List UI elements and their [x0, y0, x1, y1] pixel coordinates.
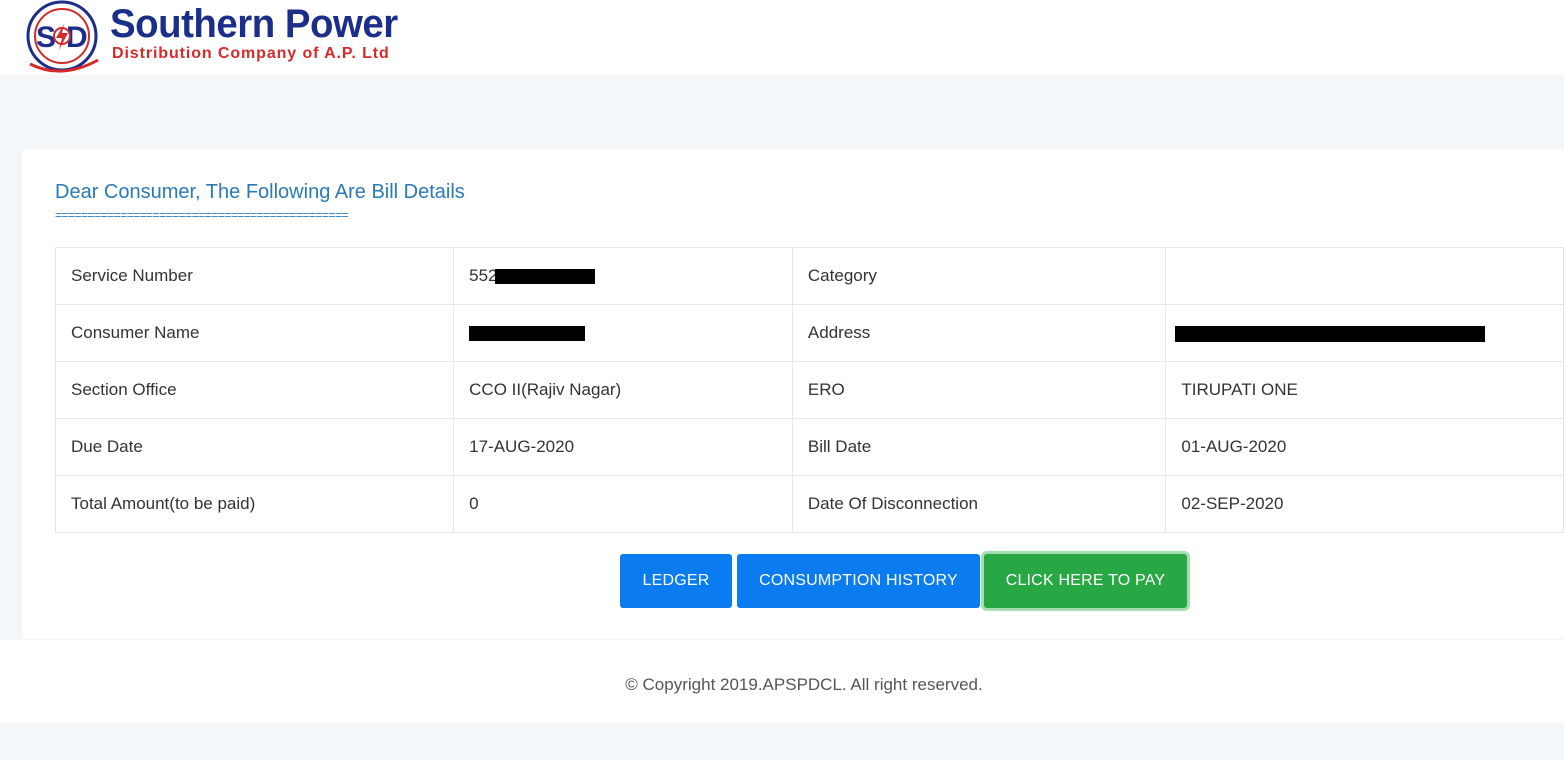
bill-date-label: Bill Date	[791, 418, 1167, 476]
bill-details-card: Dear Consumer, The Following Are Bill De…	[22, 149, 1564, 639]
table-row: Consumer Name Address	[54, 304, 1564, 362]
ledger-button[interactable]: LEDGER	[620, 554, 732, 608]
brand-subtitle: Distribution Company of A.P. Ltd	[112, 45, 390, 62]
bill-details-heading: Dear Consumer, The Following Are Bill De…	[55, 181, 465, 203]
table-row: Total Amount(to be paid) 0 Date Of Disco…	[54, 475, 1564, 533]
service-number-label: Service Number	[54, 247, 455, 305]
ero-value: TIRUPATI ONE	[1165, 361, 1564, 419]
disconnection-date-value: 02-SEP-2020	[1165, 475, 1564, 533]
consumer-name-value	[453, 304, 793, 362]
consumption-history-button[interactable]: CONSUMPTION HISTORY	[737, 554, 980, 608]
due-date-value: 17-AUG-2020	[453, 418, 793, 476]
due-date-label: Due Date	[54, 418, 455, 476]
redaction-bar	[1175, 325, 1486, 342]
site-footer: © Copyright 2019.APSPDCL. All right rese…	[0, 640, 1564, 723]
address-value	[1165, 304, 1564, 362]
ero-label: ERO	[791, 361, 1167, 419]
redaction-bar	[469, 326, 586, 342]
consumer-name-label: Consumer Name	[54, 304, 455, 362]
copyright-text: © Copyright 2019.APSPDCL. All right rese…	[625, 675, 983, 694]
section-office-label: Section Office	[54, 361, 455, 419]
table-row: Service Number 552 Category	[54, 247, 1564, 305]
svg-text:S: S	[36, 21, 56, 54]
brand-title: Southern Power	[110, 2, 398, 46]
category-value	[1165, 247, 1564, 305]
address-label: Address	[791, 304, 1167, 362]
redaction-bar	[494, 269, 595, 285]
pay-button[interactable]: CLICK HERE TO PAY	[984, 554, 1187, 608]
bill-details-table: Service Number 552 Category Consumer Nam…	[54, 247, 1564, 533]
bill-date-value: 01-AUG-2020	[1165, 418, 1564, 476]
total-amount-label: Total Amount(to be paid)	[54, 475, 455, 533]
service-number-value: 552	[453, 247, 793, 305]
table-row: Due Date 17-AUG-2020 Bill Date 01-AUG-20…	[54, 418, 1564, 476]
heading-underline: ========================================…	[55, 208, 348, 222]
total-amount-value: 0	[453, 475, 793, 533]
category-label: Category	[791, 247, 1167, 305]
section-office-value: CCO II(Rajiv Nagar)	[453, 361, 793, 419]
site-header: S D Southern Power Distribution Company …	[0, 0, 1564, 75]
table-row: Section Office CCO II(Rajiv Nagar) ERO T…	[54, 361, 1564, 419]
spdcl-logo: S D	[26, 0, 99, 73]
disconnection-date-label: Date Of Disconnection	[791, 475, 1167, 533]
